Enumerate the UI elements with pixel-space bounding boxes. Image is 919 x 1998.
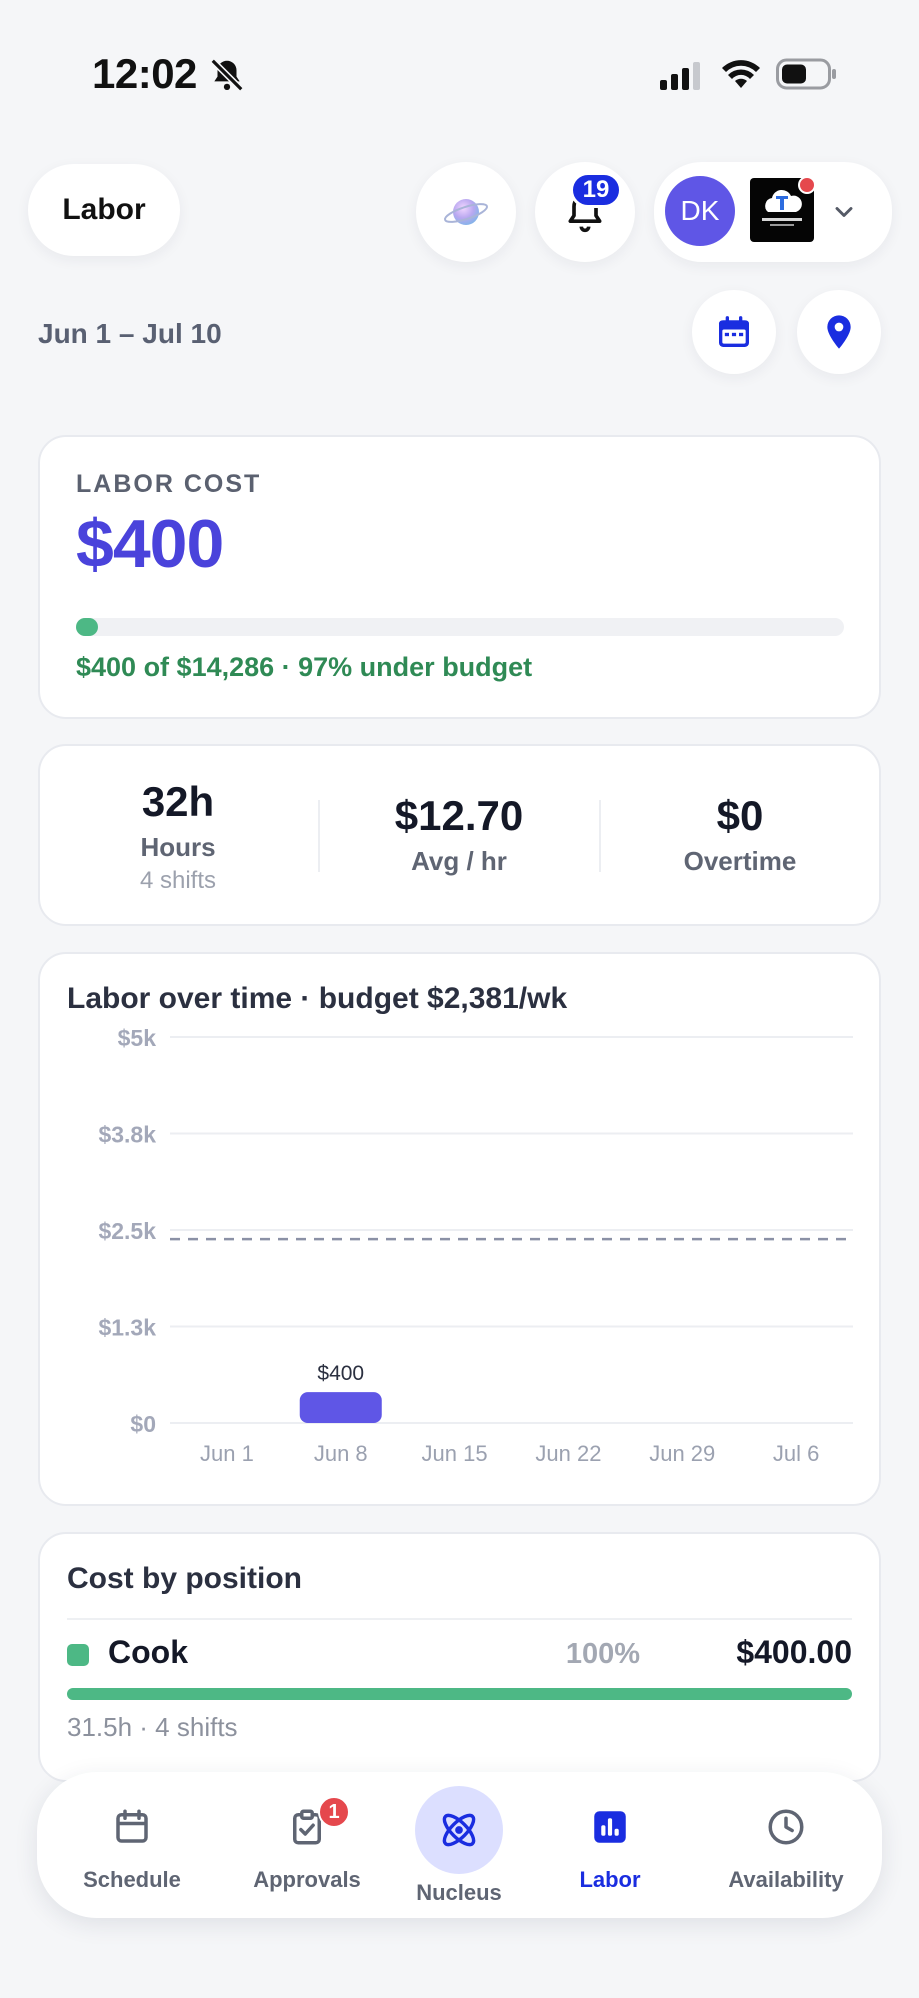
date-range-label: Jun 1 – Jul 10 [38, 318, 222, 349]
atom-icon [442, 1813, 476, 1847]
stat-overtime: $0 Overtime [600, 792, 880, 877]
chart-y-tick-label: $2.5k [98, 1218, 156, 1244]
calendar-icon [116, 1809, 148, 1843]
chart-y-tick-label: $1.3k [98, 1315, 156, 1341]
nav-nucleus[interactable] [415, 1786, 503, 1874]
stat-hours-label: Hours [140, 832, 216, 862]
budget-progress-track [76, 618, 844, 636]
chart-y-tick-label: $3.8k [98, 1122, 156, 1148]
divider [67, 1618, 852, 1620]
location-filter-button[interactable] [797, 290, 881, 374]
chart-title: Labor over time · budget $2,381/wk [67, 982, 568, 1015]
stat-hours: 32h Hours 4 shifts [38, 778, 318, 895]
approvals-count-badge: 1 [318, 1796, 350, 1828]
position-name: Cook [108, 1634, 188, 1670]
position-bar-fill [67, 1688, 852, 1700]
chart-data-label: $400 [317, 1362, 364, 1385]
nav-availability-label: Availability [728, 1867, 844, 1892]
nav-approvals[interactable]: Approvals [232, 1806, 382, 1893]
battery-icon [776, 58, 836, 90]
position-color-swatch [67, 1644, 89, 1666]
planet-icon [443, 199, 489, 225]
labor-cost-label: LABOR COST [76, 470, 262, 498]
chart-x-tick-label: Jun 22 [535, 1441, 601, 1466]
ai-assistant-button[interactable] [416, 162, 516, 262]
nav-labor[interactable]: Labor [535, 1806, 685, 1893]
stat-avg-rate-label: Avg / hr [411, 846, 507, 876]
bar-chart-icon [594, 1811, 626, 1843]
chart-y-tick-label: $0 [130, 1411, 156, 1437]
status-time: 12:02 [92, 50, 197, 97]
position-amount: $400.00 [736, 1634, 852, 1670]
clock-icon [768, 1809, 804, 1845]
chart-bar [299, 1392, 382, 1423]
chart-x-tick-label: Jun 29 [649, 1441, 715, 1466]
nav-labor-label: Labor [579, 1867, 641, 1892]
silent-mode-icon [210, 58, 244, 92]
chart-x-tick-label: Jun 8 [314, 1441, 368, 1466]
chart-x-tick-label: Jul 6 [773, 1441, 819, 1466]
budget-summary: $400 of $14,286 · 97% under budget [76, 652, 533, 682]
date-picker-button[interactable] [692, 290, 776, 374]
chevron-down-icon[interactable] [830, 198, 858, 226]
stat-avg-rate: $12.70 Avg / hr [319, 792, 599, 877]
position-details: 31.5h · 4 shifts [67, 1712, 238, 1742]
location-pin-icon [827, 315, 851, 349]
chart-x-tick-label: Jun 1 [200, 1441, 254, 1466]
stat-avg-rate-value: $12.70 [394, 792, 524, 839]
stat-overtime-label: Overtime [683, 846, 797, 876]
labor-cost-value: $400 [76, 506, 224, 582]
organization-alert-dot [798, 176, 816, 194]
chart-x-tick-label: Jun 15 [422, 1441, 488, 1466]
nav-schedule-label: Schedule [83, 1867, 181, 1892]
position-percent: 100% [565, 1638, 640, 1670]
page-title: Labor [28, 164, 180, 256]
budget-progress-fill [76, 618, 98, 636]
notifications-count-badge: 19 [570, 172, 622, 208]
stat-overtime-value: $0 [716, 792, 764, 839]
chart-y-tick-label: $5k [118, 1025, 157, 1051]
nav-availability[interactable]: Availability [711, 1806, 861, 1893]
nav-approvals-label: Approvals [253, 1867, 361, 1892]
avatar[interactable]: DK [665, 176, 735, 246]
labor-over-time-chart: $5k $3.8k $2.5k $1.3k $0 Jun 1 $400 Jun 8 Jun 15… [98, 1025, 853, 1466]
nav-nucleus-label[interactable]: Nucleus [380, 1880, 538, 1906]
wifi-icon [722, 60, 760, 88]
cellular-signal-icon [660, 62, 700, 90]
stat-hours-value: 32h [141, 778, 215, 825]
calendar-icon [719, 316, 749, 347]
nav-schedule[interactable]: Schedule [57, 1806, 207, 1893]
stat-hours-sub: 4 shifts [139, 867, 217, 894]
cost-by-position-title: Cost by position [67, 1562, 302, 1595]
